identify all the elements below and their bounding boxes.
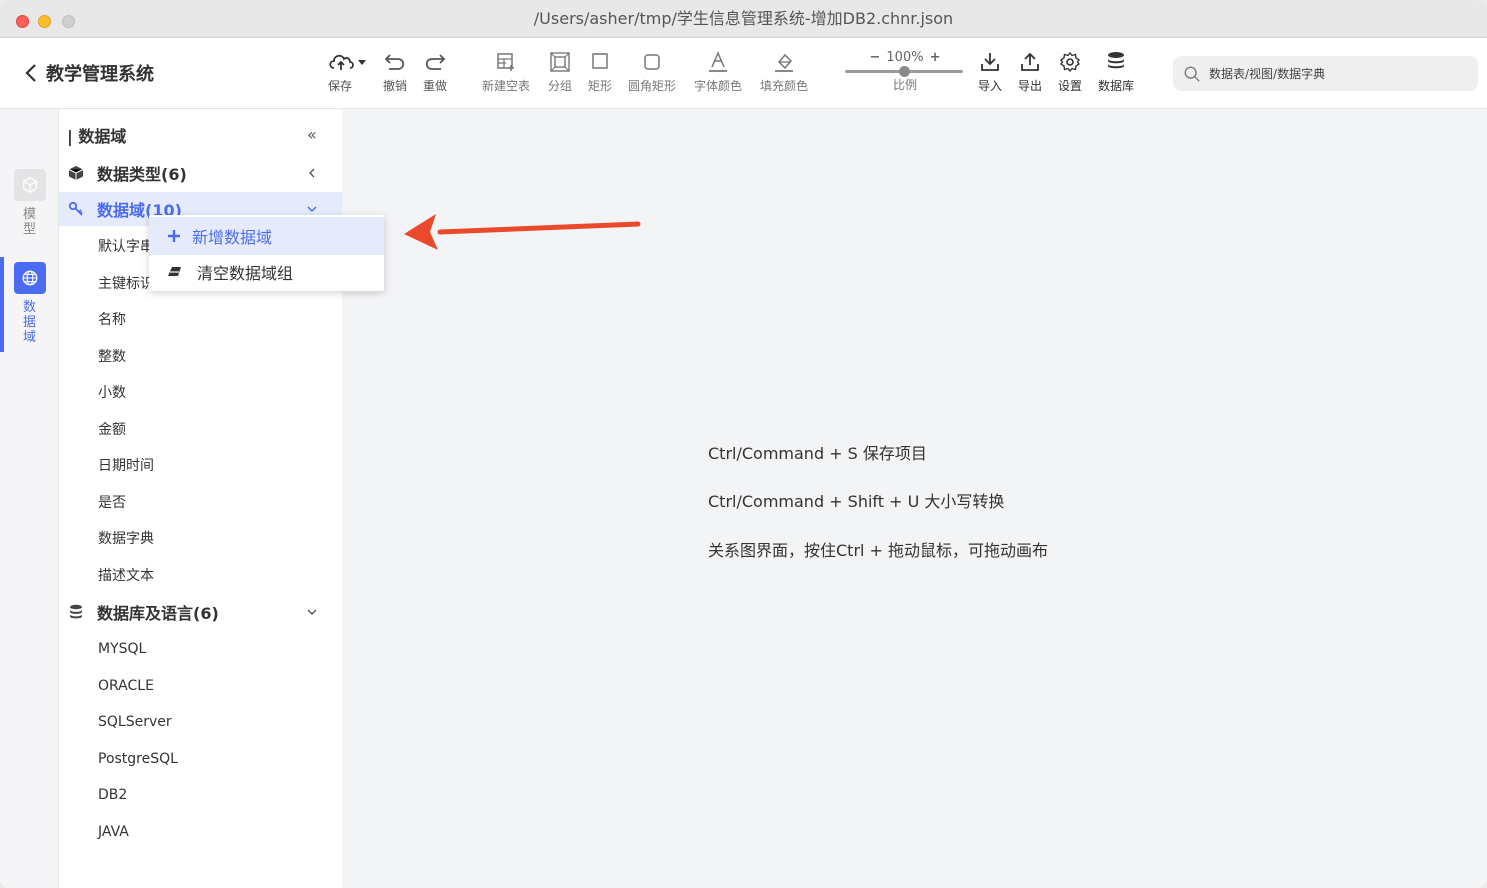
database-icon bbox=[1108, 52, 1124, 69]
annotation-arrow bbox=[404, 214, 641, 250]
zoom-out-icon[interactable]: − bbox=[870, 50, 881, 65]
redo-icon bbox=[425, 54, 446, 70]
export-icon bbox=[1021, 52, 1039, 71]
shortcut-tip: Ctrl/Command + S 保存项目 bbox=[708, 444, 927, 463]
context-menu: 新增数据域 清空数据域组 bbox=[149, 215, 384, 291]
toolbar: 教学管理系统 保存 撤销 重做 新建空表 分组 矩形 圆角矩形 字体颜色 填充颜… bbox=[0, 38, 1487, 109]
zoom-slider[interactable] bbox=[845, 66, 963, 77]
plus-icon bbox=[168, 230, 180, 242]
new-table-icon bbox=[497, 53, 514, 71]
box-icon bbox=[68, 166, 84, 180]
group-databases-languages[interactable]: 数据库及语言(6) bbox=[59, 595, 342, 629]
list-item[interactable]: SQLServer bbox=[98, 712, 172, 732]
list-item[interactable]: PostgreSQL bbox=[98, 749, 178, 769]
app-name: 教学管理系统 bbox=[46, 64, 154, 85]
undo-button[interactable]: 撤销 bbox=[383, 50, 407, 94]
group-data-types[interactable]: 数据类型(6) bbox=[59, 156, 342, 190]
zoom-value: 100% bbox=[886, 49, 924, 65]
chevron-left-icon bbox=[25, 64, 36, 82]
zoom-in-icon[interactable]: + bbox=[930, 50, 941, 65]
round-rectangle-button[interactable]: 圆角矩形 bbox=[628, 50, 676, 94]
back-button[interactable]: 教学管理系统 bbox=[24, 60, 154, 86]
list-item[interactable]: 小数 bbox=[98, 383, 126, 403]
list-item[interactable]: 是否 bbox=[98, 493, 126, 513]
globe-icon bbox=[13, 262, 46, 294]
gear-icon bbox=[1059, 51, 1081, 73]
import-icon bbox=[981, 53, 999, 71]
list-item[interactable]: DB2 bbox=[98, 785, 127, 805]
redo-button[interactable]: 重做 bbox=[423, 50, 447, 94]
import-button[interactable]: 导入 bbox=[978, 50, 1002, 94]
window-title: /Users/asher/tmp/学生信息管理系统-增加DB2.chnr.jso… bbox=[533, 9, 954, 28]
group-button[interactable]: 分组 bbox=[548, 50, 572, 94]
list-item[interactable]: 整数 bbox=[98, 347, 126, 367]
rail-item-domain[interactable]: 数据域 bbox=[0, 262, 59, 345]
new-table-button[interactable]: 新建空表 bbox=[482, 50, 530, 94]
group-icon bbox=[550, 52, 570, 72]
database-button[interactable]: 数据库 bbox=[1098, 50, 1134, 94]
left-rail: 模型 数据域 bbox=[0, 109, 59, 888]
search-input[interactable] bbox=[1209, 66, 1459, 81]
export-button[interactable]: 导出 bbox=[1018, 50, 1042, 94]
collapse-sidebar-button[interactable]: « bbox=[307, 125, 317, 144]
list-item[interactable]: 主键标识 bbox=[98, 274, 154, 294]
rectangle-button[interactable]: 矩形 bbox=[588, 50, 612, 94]
database-icon bbox=[70, 604, 82, 619]
chevron-left-icon bbox=[309, 168, 315, 178]
list-item[interactable]: 金额 bbox=[98, 420, 126, 440]
settings-button[interactable]: 设置 bbox=[1058, 50, 1082, 94]
list-item[interactable]: MYSQL bbox=[98, 639, 146, 659]
shortcut-tip: 关系图界面，按住Ctrl + 拖动鼠标，可拖动画布 bbox=[708, 541, 1049, 560]
undo-icon bbox=[384, 54, 405, 70]
chevron-down-icon bbox=[307, 206, 317, 212]
menu-item-clear-domain-group[interactable]: 清空数据域组 bbox=[149, 253, 384, 291]
fill-color-button[interactable]: 填充颜色 bbox=[760, 50, 808, 94]
save-button[interactable]: 保存 bbox=[327, 50, 367, 94]
eraser-icon bbox=[168, 267, 181, 276]
fill-color-icon bbox=[775, 53, 793, 72]
rail-item-model[interactable]: 模型 bbox=[0, 169, 59, 237]
list-item[interactable]: 默认字串 bbox=[98, 237, 154, 257]
chevron-down-icon bbox=[307, 609, 317, 615]
app-window: /Users/asher/tmp/学生信息管理系统-增加DB2.chnr.jso… bbox=[0, 0, 1487, 888]
rectangle-icon bbox=[592, 53, 608, 69]
search-box bbox=[1173, 56, 1478, 91]
list-item[interactable]: 数据字典 bbox=[98, 529, 154, 549]
list-item[interactable]: ORACLE bbox=[98, 676, 154, 696]
font-color-button[interactable]: 字体颜色 bbox=[694, 50, 742, 94]
font-color-icon bbox=[709, 51, 727, 72]
sidebar-title: | 数据域 bbox=[67, 127, 127, 146]
cloud-upload-icon bbox=[329, 54, 366, 70]
list-item[interactable]: JAVA bbox=[98, 822, 129, 842]
zoom-control: − 100% + 比例 bbox=[845, 48, 965, 93]
shortcut-tip: Ctrl/Command + Shift + U 大小写转换 bbox=[708, 492, 1005, 511]
menu-item-add-domain[interactable]: 新增数据域 bbox=[149, 217, 384, 255]
round-rectangle-icon bbox=[644, 54, 660, 70]
list-item[interactable]: 名称 bbox=[98, 310, 126, 330]
list-item[interactable]: 描述文本 bbox=[98, 566, 154, 586]
cube-icon bbox=[13, 169, 46, 201]
key-icon bbox=[68, 201, 83, 216]
list-item[interactable]: 日期时间 bbox=[98, 456, 154, 476]
search-icon bbox=[1184, 66, 1200, 82]
zoom-label: 比例 bbox=[892, 78, 917, 92]
title-bar: /Users/asher/tmp/学生信息管理系统-增加DB2.chnr.jso… bbox=[0, 0, 1487, 38]
zoom-slider-handle[interactable] bbox=[899, 66, 910, 77]
